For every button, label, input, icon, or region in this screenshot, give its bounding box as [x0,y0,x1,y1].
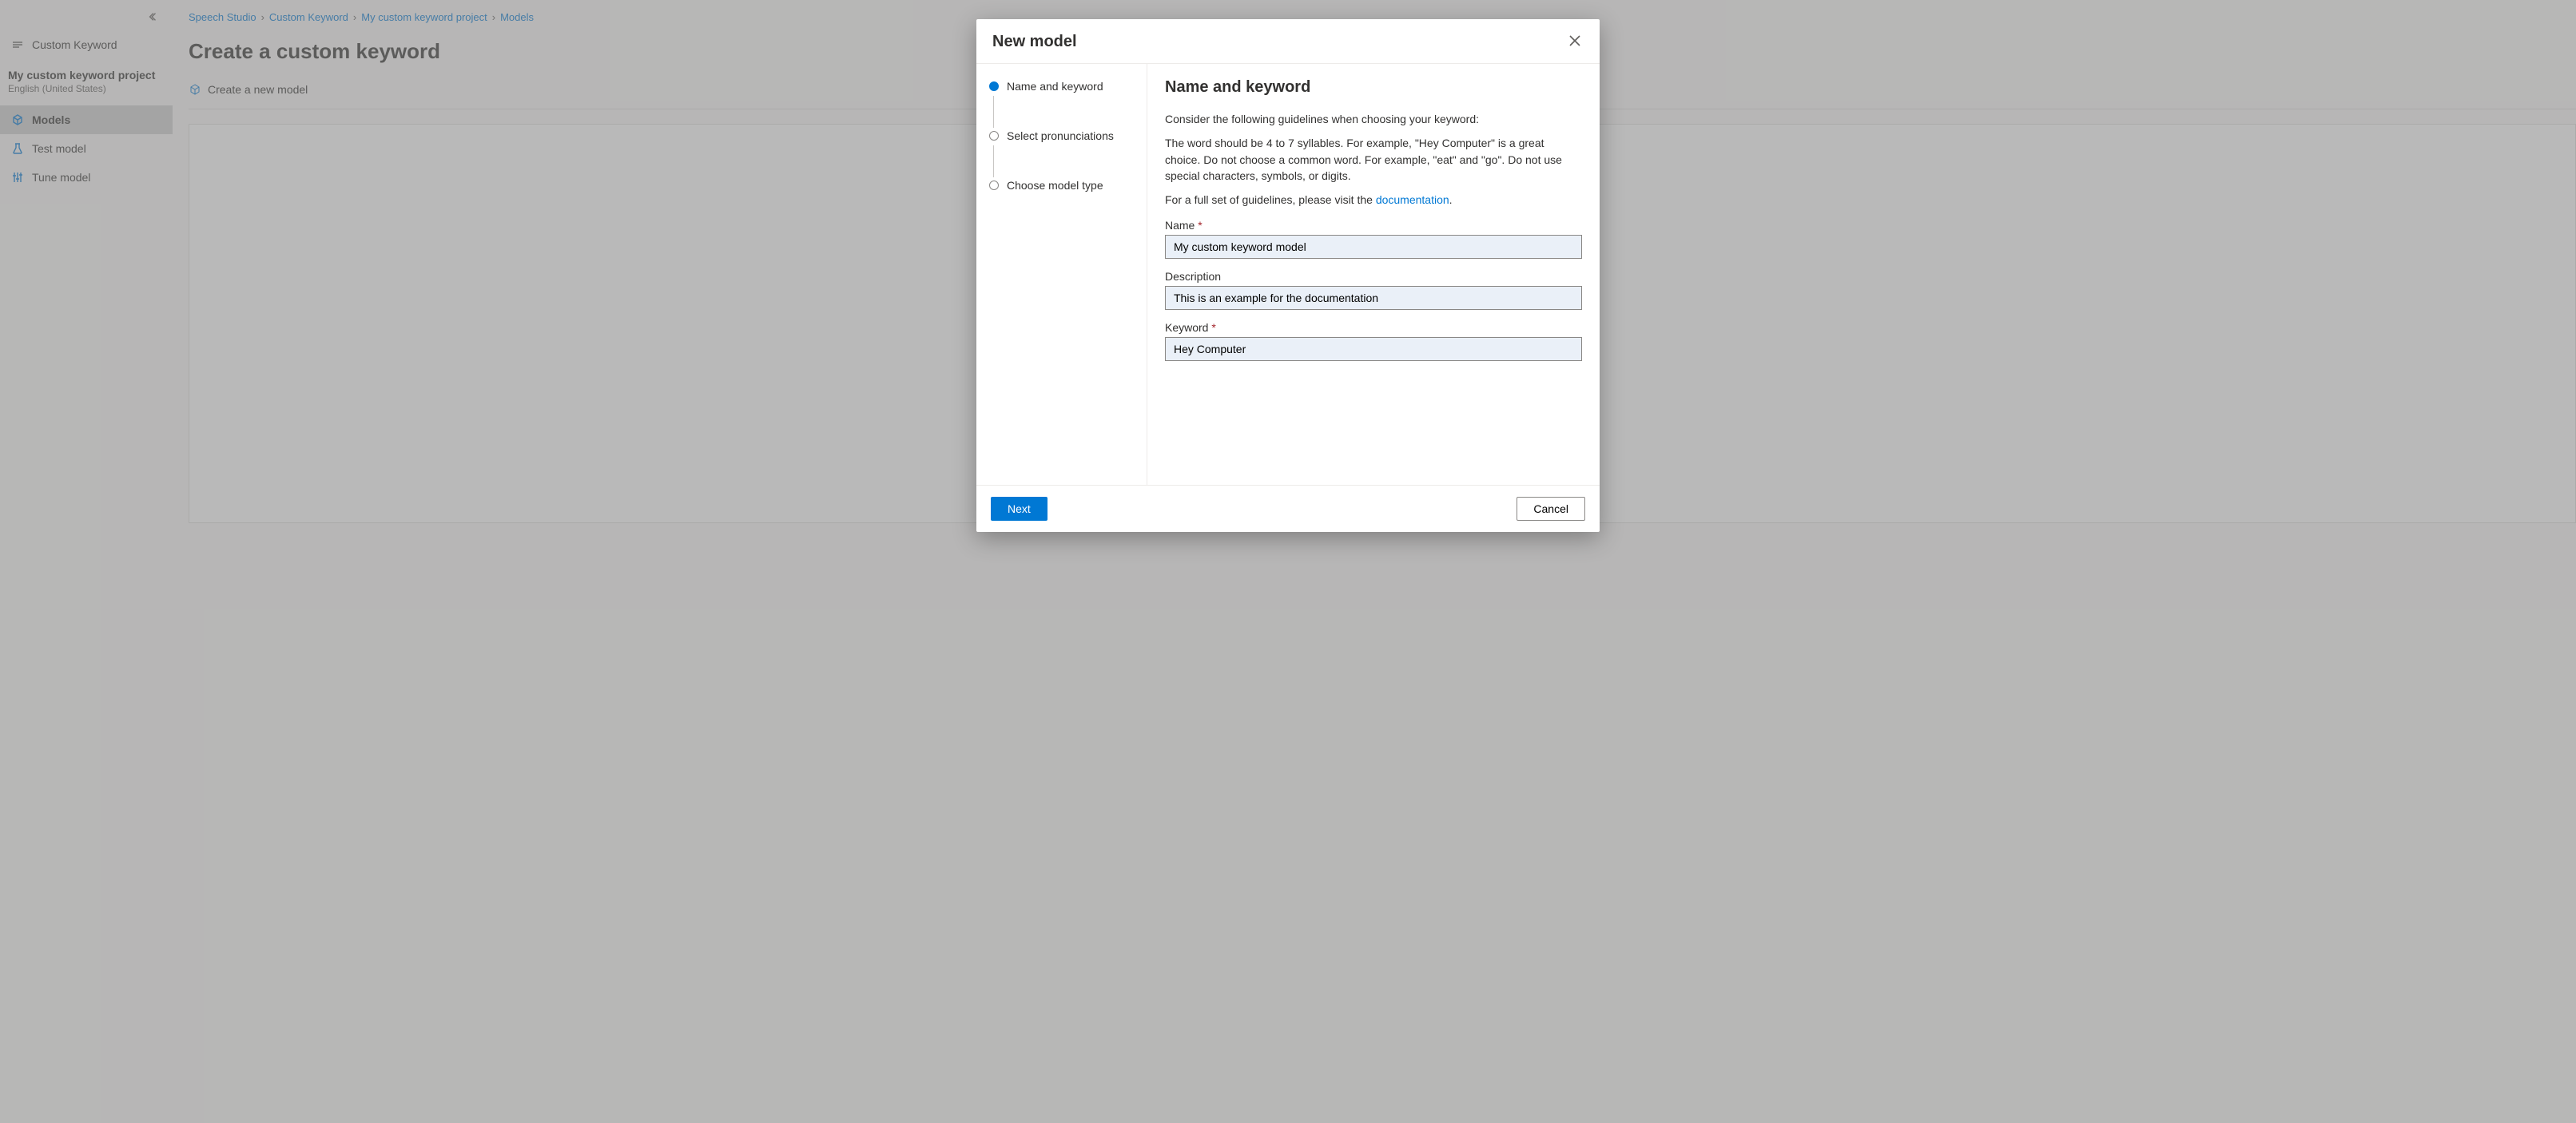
guideline-body: The word should be 4 to 7 syllables. For… [1165,135,1582,184]
step-label: Select pronunciations [1007,129,1114,142]
new-model-dialog: New model Name and keyword Select pronun… [976,19,1600,532]
keyword-label: Keyword * [1165,321,1582,334]
wizard-stepper: Name and keyword Select pronunciations C… [976,64,1147,485]
documentation-line: For a full set of guidelines, please vis… [1165,192,1582,208]
name-input[interactable] [1165,235,1582,259]
step-indicator-icon [989,81,999,91]
close-button[interactable] [1566,32,1584,52]
description-label: Description [1165,270,1582,283]
step-label: Choose model type [1007,179,1103,192]
step-indicator-icon [989,181,999,190]
description-input[interactable] [1165,286,1582,310]
wizard-step-model-type[interactable]: Choose model type [989,177,1134,193]
dialog-title: New model [992,33,1077,51]
wizard-step-pronunciations[interactable]: Select pronunciations [989,128,1134,144]
step-label: Name and keyword [1007,80,1103,93]
wizard-panel: Name and keyword Consider the following … [1147,64,1600,485]
panel-heading: Name and keyword [1165,78,1582,97]
wizard-step-name[interactable]: Name and keyword [989,78,1134,94]
doc-prefix: For a full set of guidelines, please vis… [1165,193,1376,206]
documentation-link[interactable]: documentation [1376,193,1449,206]
close-icon [1569,37,1580,49]
name-label: Name * [1165,219,1582,232]
next-button[interactable]: Next [991,497,1047,521]
cancel-button[interactable]: Cancel [1517,497,1585,521]
guideline-intro: Consider the following guidelines when c… [1165,111,1582,127]
keyword-input[interactable] [1165,337,1582,361]
step-indicator-icon [989,131,999,141]
